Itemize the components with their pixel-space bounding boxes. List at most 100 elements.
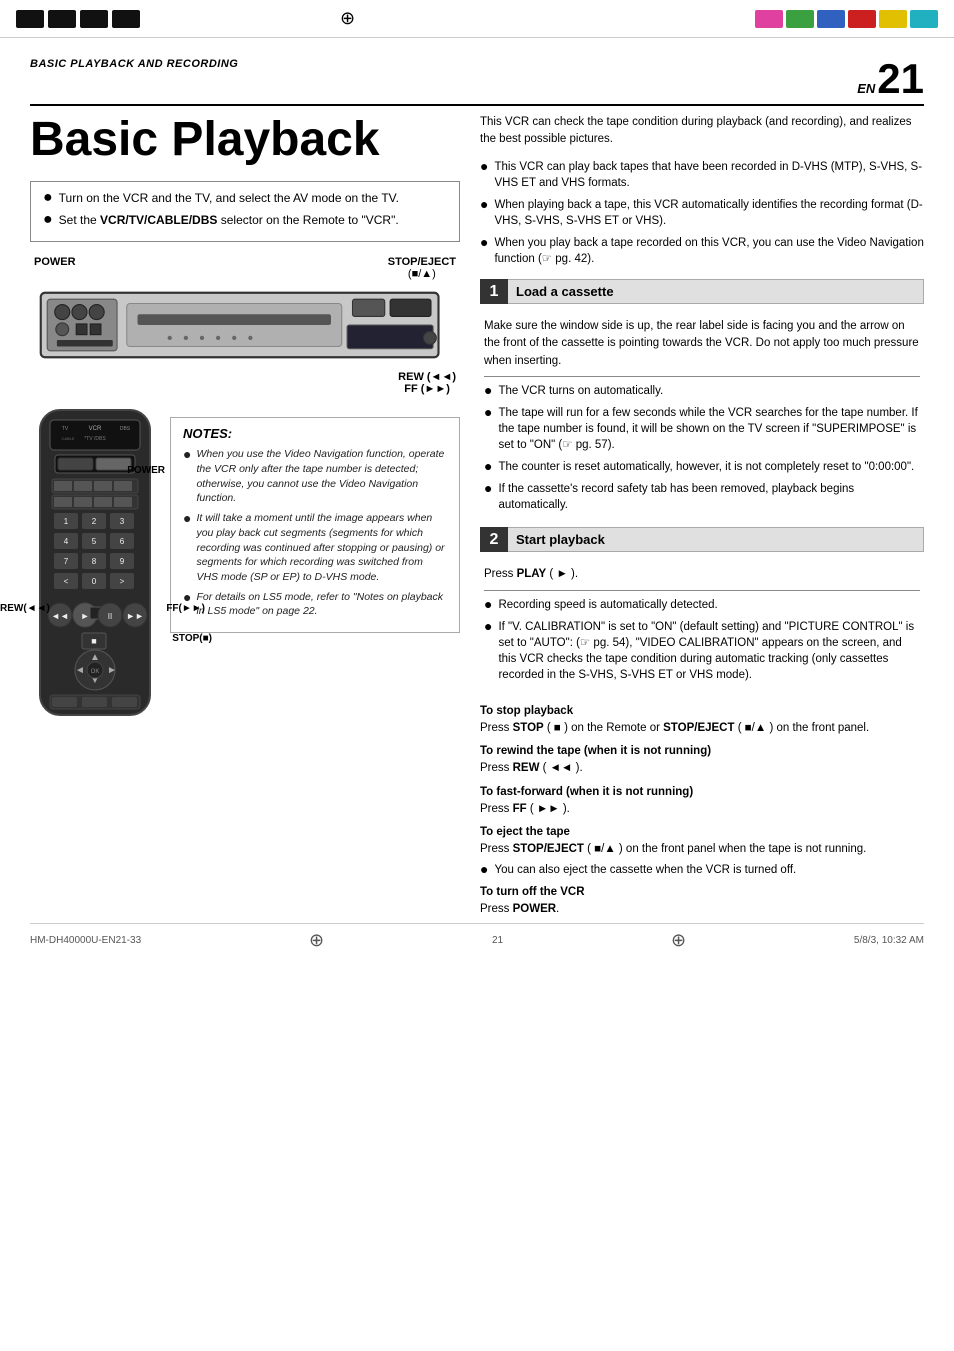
note-3-text: For details on LS5 mode, refer to "Notes… [196,590,447,619]
black-blocks [16,10,140,28]
svg-text:7: 7 [64,557,69,566]
s1-bullet-2: ● The tape will run for a few seconds wh… [484,405,920,453]
remote-power-label: POWER [127,465,165,476]
right-column: This VCR can check the tape condition du… [480,114,924,923]
s2-bullet-1-text: Recording speed is automatically detecte… [498,597,717,613]
s1-bullet-3: ● The counter is reset automatically, ho… [484,459,920,475]
footer-center: 21 [492,935,503,946]
intro-bullet-3: ● When you play back a tape recorded on … [480,235,924,267]
section-2-content: Press PLAY ( ► ). ● Recording speed is a… [480,558,924,697]
s1-bullet-1: ● The VCR turns on automatically. [484,383,920,399]
intro-bullet-dot-2: ● [480,197,488,211]
svg-text:►: ► [107,665,117,676]
s1-dot-3: ● [484,459,492,473]
subsection-power-content: Press POWER. [480,901,924,918]
remote-rew-label: REW(◄◄) [0,603,50,614]
remote-area: VCR TV DBS *TV /DBS CABLE [30,405,460,728]
svg-text:*TV /DBS: *TV /DBS [84,436,106,442]
page-header: BASIC PLAYBACK AND RECORDING EN 21 [30,58,924,106]
svg-text:2: 2 [92,517,97,526]
black-block-3 [80,10,108,28]
eject-extra-text: You can also eject the cassette when the… [494,862,796,878]
top-bar: ⊕ [0,0,954,38]
en-label: EN [857,81,875,96]
subsection-stop-title: To stop playback [480,705,924,717]
intro-bullet-1: ● This VCR can play back tapes that have… [480,159,924,191]
intro-bullet-1-text: This VCR can play back tapes that have b… [494,159,924,191]
section-1-intro: Make sure the window side is up, the rea… [484,318,920,370]
svg-text:DBS: DBS [120,426,131,432]
intro-bullet-2-text: When playing back a tape, this VCR autom… [494,197,924,229]
intro-bullet-3-text: When you play back a tape recorded on th… [494,235,924,267]
page-number-block: EN 21 [857,58,924,100]
setup-bullet-2-text: Set the VCR/TV/CABLE/DBS selector on the… [59,212,399,229]
note-3: ● For details on LS5 mode, refer to "Not… [183,590,447,619]
vcr-svg [30,282,460,368]
subsection-rew-title: To rewind the tape (when it is not runni… [480,745,924,757]
setup-bullet-box: ● Turn on the VCR and the TV, and select… [30,181,460,243]
subsection-rew-content: Press REW ( ◄◄ ). [480,760,924,777]
remote-ff-label: FF(►►) [166,603,205,614]
section-2-intro: Press PLAY ( ► ). [484,566,920,583]
note-dot-3: ● [183,590,191,604]
svg-text:3: 3 [120,517,125,526]
vcr-diagram: POWER STOP/EJECT (■/▲) [30,256,460,395]
remote-body-container: VCR TV DBS *TV /DBS CABLE [30,405,160,728]
svg-text:OK: OK [91,669,100,675]
s1-bullet-2-text: The tape will run for a few seconds whil… [498,405,920,453]
section-title: BASIC PLAYBACK AND RECORDING [30,58,238,70]
svg-text:▲: ▲ [90,652,100,663]
svg-text:0: 0 [92,577,97,586]
color-block-yellow [879,10,907,28]
note-1-text: When you use the Video Navigation functi… [196,447,447,506]
eject-extra: ● You can also eject the cassette when t… [480,862,924,878]
intro-bullet-dot-1: ● [480,159,488,173]
subsection-stop-content: Press STOP ( ■ ) on the Remote or STOP/E… [480,720,924,737]
top-center-reg: ⊕ [340,8,355,29]
svg-text:4: 4 [64,537,69,546]
s1-bullet-4-text: If the cassette's record safety tab has … [498,481,920,513]
svg-text:8: 8 [92,557,97,566]
setup-bullet-1: ● Turn on the VCR and the TV, and select… [43,190,447,207]
section-2-number: 2 [480,527,508,552]
bullet-dot-1: ● [43,190,53,206]
note-1: ● When you use the Video Navigation func… [183,447,447,506]
s2-bullet-2-text: If "V. CALIBRATION" is set to "ON" (defa… [498,619,920,683]
svg-text:>: > [120,577,125,586]
page-number: 21 [877,58,924,100]
svg-text:VCR: VCR [89,426,102,432]
vcr-stopeject-label: STOP/EJECT (■/▲) [388,256,456,280]
setup-bullet-2: ● Set the VCR/TV/CABLE/DBS selector on t… [43,212,447,229]
right-intro: This VCR can check the tape condition du… [480,114,924,149]
s1-dot-2: ● [484,405,492,419]
vcr-rew-label: REW (◄◄) [398,371,456,383]
subsection-ff-title: To fast-forward (when it is not running) [480,786,924,798]
svg-text:<: < [64,577,69,586]
remote-stop-label: STOP(■) [172,633,212,644]
section-1-number: 1 [480,279,508,304]
s1-dot-1: ● [484,383,492,397]
big-title: Basic Playback [30,114,460,167]
svg-text:6: 6 [120,537,125,546]
footer-reg-mark: ⊕ [309,930,324,951]
svg-text:TV: TV [62,426,69,432]
s1-dot-4: ● [484,481,492,495]
note-dot-1: ● [183,447,191,461]
note-2-text: It will take a moment until the image ap… [196,511,447,584]
s2-bullet-1: ● Recording speed is automatically detec… [484,597,920,613]
intro-bullet-list: ● This VCR can play back tapes that have… [480,159,924,268]
remote-svg: VCR TV DBS *TV /DBS CABLE [30,405,160,725]
svg-text:CABLE: CABLE [61,436,74,441]
color-block-cyan [910,10,938,28]
svg-text:9: 9 [120,557,125,566]
svg-text:5: 5 [92,537,97,546]
svg-text:1: 1 [64,517,69,526]
note-dot-2: ● [183,511,191,525]
subsection-eject-content: Press STOP/EJECT ( ■/▲ ) on the front pa… [480,841,924,858]
color-block-green [786,10,814,28]
main-content: Basic Playback ● Turn on the VCR and the… [30,114,924,923]
color-block-red [848,10,876,28]
black-block-4 [112,10,140,28]
footer-reg-mark-2: ⊕ [671,930,686,951]
section-2-title: Start playback [508,527,924,552]
